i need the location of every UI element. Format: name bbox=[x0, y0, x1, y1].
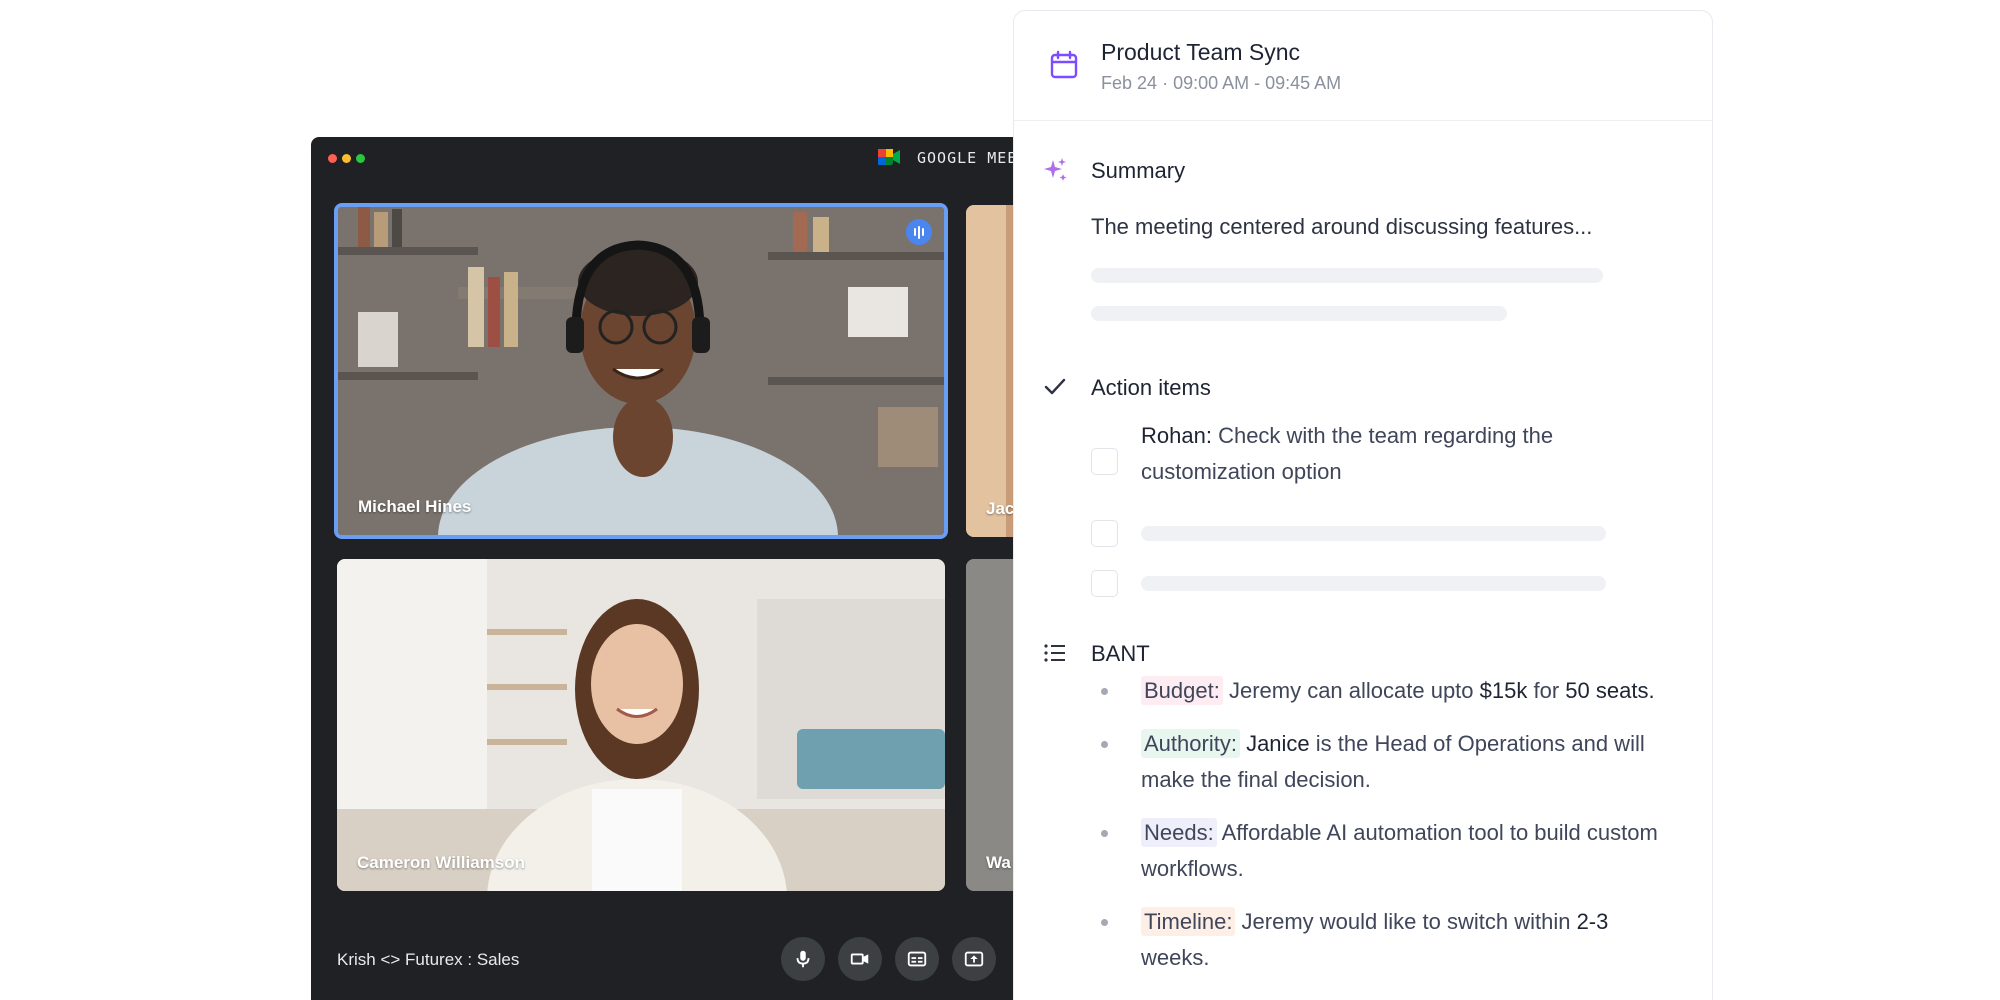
meeting-time-range: 09:00 AM - 09:45 AM bbox=[1173, 73, 1342, 93]
speaking-indicator-icon bbox=[906, 219, 932, 245]
participant-name: Cameron Williamson bbox=[357, 853, 525, 872]
bant-text: Jeremy would like to switch within bbox=[1235, 909, 1577, 934]
budget-amount: $15k bbox=[1479, 678, 1528, 703]
meet-window: GOOGLE MEET Michael Hines Cameron Willia… bbox=[311, 137, 1071, 1000]
budget-tag: Budget: bbox=[1141, 676, 1223, 705]
bant-authority: Authority: Janice is the Head of Operati… bbox=[1141, 726, 1681, 798]
bant-heading: BANT bbox=[1091, 641, 1150, 666]
present-screen-button[interactable] bbox=[952, 937, 996, 981]
meeting-date: Feb 24 bbox=[1101, 73, 1158, 93]
loading-placeholder bbox=[1141, 526, 1606, 541]
bant-text: for bbox=[1527, 678, 1566, 703]
bant-budget: Budget: Jeremy can allocate upto $15k fo… bbox=[1141, 673, 1701, 709]
meeting-notes-panel: Product Team Sync Feb 24 · 09:00 AM - 09… bbox=[1013, 10, 1713, 1000]
bant-text: Jeremy can allocate upto bbox=[1222, 678, 1480, 703]
bullet bbox=[1101, 741, 1108, 748]
summary-text: The meeting centered around discussing f… bbox=[1091, 214, 1593, 239]
loading-placeholder bbox=[1091, 268, 1603, 283]
bant-text: weeks. bbox=[1141, 945, 1210, 970]
timeline-tag: Timeline: bbox=[1141, 907, 1236, 936]
camera-button[interactable] bbox=[838, 937, 882, 981]
participant-name: Jac bbox=[986, 499, 1015, 518]
action-item-checkbox[interactable] bbox=[1091, 570, 1118, 597]
bant-text: Affordable AI automation tool to build c… bbox=[1141, 820, 1658, 881]
bullet bbox=[1101, 688, 1108, 695]
maximize-window-button[interactable] bbox=[356, 154, 365, 163]
list-icon bbox=[1044, 644, 1065, 662]
meeting-datetime: Feb 24 · 09:00 AM - 09:45 AM bbox=[1101, 73, 1341, 94]
action-item-text: Rohan: Check with the team regarding the… bbox=[1141, 418, 1641, 490]
needs-tag: Needs: bbox=[1141, 818, 1217, 847]
check-icon bbox=[1044, 378, 1066, 395]
bant-timeline: Timeline: Jeremy would like to switch wi… bbox=[1141, 904, 1661, 976]
action-item-checkbox[interactable] bbox=[1091, 448, 1118, 475]
participant-video bbox=[338, 207, 944, 535]
video-tile-active[interactable]: Michael Hines bbox=[334, 203, 948, 539]
loading-placeholder bbox=[1091, 306, 1507, 321]
budget-seats: 50 seats. bbox=[1565, 678, 1655, 703]
participant-name: Wa bbox=[986, 853, 1011, 872]
video-tile[interactable]: Cameron Williamson bbox=[337, 559, 945, 891]
timeline-value: 2-3 bbox=[1576, 909, 1609, 934]
bant-needs: Needs: Affordable AI automation tool to … bbox=[1141, 815, 1701, 887]
captions-icon bbox=[907, 951, 927, 967]
authority-tag: Authority: bbox=[1141, 729, 1240, 758]
participant-name: Michael Hines bbox=[358, 497, 472, 516]
present-icon bbox=[964, 951, 984, 967]
datetime-separator: · bbox=[1162, 73, 1169, 93]
meeting-name: Krish <> Futurex : Sales bbox=[337, 950, 520, 969]
action-item-checkbox[interactable] bbox=[1091, 520, 1118, 547]
sparkle-icon bbox=[1044, 158, 1067, 181]
app-title: GOOGLE MEET bbox=[917, 149, 1028, 167]
minimize-window-button[interactable] bbox=[342, 154, 351, 163]
bullet bbox=[1101, 830, 1108, 837]
calendar-icon bbox=[1050, 50, 1078, 79]
meeting-header: Product Team Sync Feb 24 · 09:00 AM - 09… bbox=[1014, 11, 1712, 121]
close-window-button[interactable] bbox=[328, 154, 337, 163]
google-meet-logo-icon bbox=[878, 149, 900, 165]
window-titlebar: GOOGLE MEET bbox=[311, 137, 1071, 179]
mic-icon bbox=[796, 950, 810, 968]
action-items-heading: Action items bbox=[1091, 375, 1211, 400]
camera-icon bbox=[850, 953, 869, 965]
action-item-owner: Rohan: bbox=[1141, 423, 1212, 448]
captions-button[interactable] bbox=[895, 937, 939, 981]
microphone-button[interactable] bbox=[781, 937, 825, 981]
participant-video bbox=[337, 559, 945, 891]
meeting-title: Product Team Sync bbox=[1101, 39, 1301, 65]
bullet bbox=[1101, 919, 1108, 926]
loading-placeholder bbox=[1141, 576, 1606, 591]
authority-person: Janice bbox=[1246, 731, 1310, 756]
summary-heading: Summary bbox=[1091, 158, 1186, 183]
